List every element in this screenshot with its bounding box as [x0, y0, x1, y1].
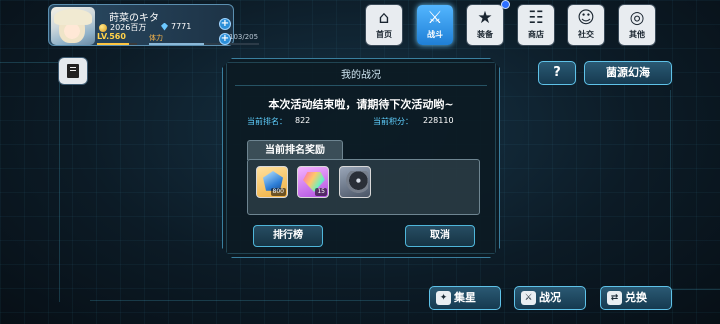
nav-home-label: 首页: [376, 30, 392, 39]
stamina-bar: [149, 43, 259, 45]
reward-title: 当前排名奖励: [247, 140, 343, 160]
beast-icon: [344, 171, 368, 195]
circuit-line: [0, 62, 60, 302]
star-button-label: 集星: [454, 291, 476, 304]
add-gold-button[interactable]: +: [219, 18, 231, 30]
gem-counter: 7771: [161, 22, 191, 31]
battle-status-button[interactable]: ⚔ 战况: [514, 286, 586, 310]
notification-dot: [501, 0, 510, 9]
circuit-line: [90, 300, 410, 301]
avatar[interactable]: [51, 7, 95, 45]
stamina-value: 103/205: [229, 33, 259, 41]
nav-other-label: 其他: [629, 30, 645, 39]
dialog-title: 我的战况: [341, 70, 381, 81]
nav-social-label: 社交: [578, 30, 594, 39]
rank-label: 当前排名：: [247, 117, 287, 126]
battle-status-label: 战况: [539, 291, 561, 304]
stamina-fill: [149, 43, 205, 45]
gem-icon: [161, 22, 168, 31]
notebook-button[interactable]: [59, 58, 87, 84]
region-button[interactable]: 菌源幻海: [584, 61, 672, 85]
profile-card[interactable]: 莳菜のキタ 2026百万 7771 LV.560 体力 103/205 + +: [48, 4, 259, 46]
notebook-icon: [67, 64, 79, 78]
rank-value: 822: [295, 116, 311, 125]
star-button[interactable]: ✦ 集星: [429, 286, 501, 310]
gold-coin-icon: [99, 23, 107, 32]
reward-item[interactable]: 15: [297, 166, 329, 198]
battle-status-icon: ⚔: [521, 291, 536, 305]
cancel-button[interactable]: 取消: [405, 225, 475, 247]
home-icon: ⌂: [378, 8, 390, 28]
score-value: 228110: [423, 116, 454, 125]
star-icon: ✦: [436, 291, 451, 305]
stamina-label: 体力: [149, 34, 163, 42]
title-divider: [235, 85, 487, 86]
level-progress-bar: [97, 43, 137, 45]
exchange-button[interactable]: ⇄ 兑换: [600, 286, 672, 310]
nav-battle-label: 战斗: [427, 30, 443, 39]
reward-count: 15: [315, 188, 327, 196]
nav-shop[interactable]: ☷ 商店: [518, 5, 554, 45]
event-ended-message: 本次活动结束啦，请期待下次活动哟~: [268, 98, 454, 111]
nav-home[interactable]: ⌂ 首页: [366, 5, 402, 45]
social-icon: ☺: [577, 8, 595, 28]
help-button[interactable]: ?: [538, 61, 576, 85]
nav-equipment-label: 装备: [477, 30, 493, 39]
player-level: LV.560: [97, 32, 126, 41]
equipment-icon: ★: [477, 8, 493, 28]
battle-status-dialog: 我的战况 本次活动结束啦，请期待下次活动哟~ 当前排名： 822 当前积分： 2…: [222, 58, 500, 258]
gem-value: 7771: [171, 22, 192, 31]
leaderboard-button[interactable]: 排行榜: [253, 225, 323, 247]
nav-other[interactable]: ◎ 其他: [619, 5, 655, 45]
reward-item[interactable]: [339, 166, 371, 198]
add-stamina-button[interactable]: +: [219, 33, 231, 45]
nav-shop-label: 商店: [528, 30, 544, 39]
shop-icon: ☷: [528, 8, 544, 28]
reward-count: 800: [270, 188, 286, 196]
exchange-icon: ⇄: [607, 291, 622, 305]
level-progress-fill: [97, 43, 129, 45]
battle-icon: ⚔: [427, 8, 443, 28]
other-icon: ◎: [629, 8, 645, 28]
nav-battle[interactable]: ⚔ 战斗: [417, 5, 453, 45]
reward-item[interactable]: 800: [256, 166, 288, 198]
nav-equipment[interactable]: ★ 装备: [467, 5, 503, 45]
nav-social[interactable]: ☺ 社交: [568, 5, 604, 45]
circuit-line: [670, 90, 720, 290]
score-label: 当前积分：: [373, 117, 413, 126]
exchange-label: 兑换: [625, 291, 647, 304]
